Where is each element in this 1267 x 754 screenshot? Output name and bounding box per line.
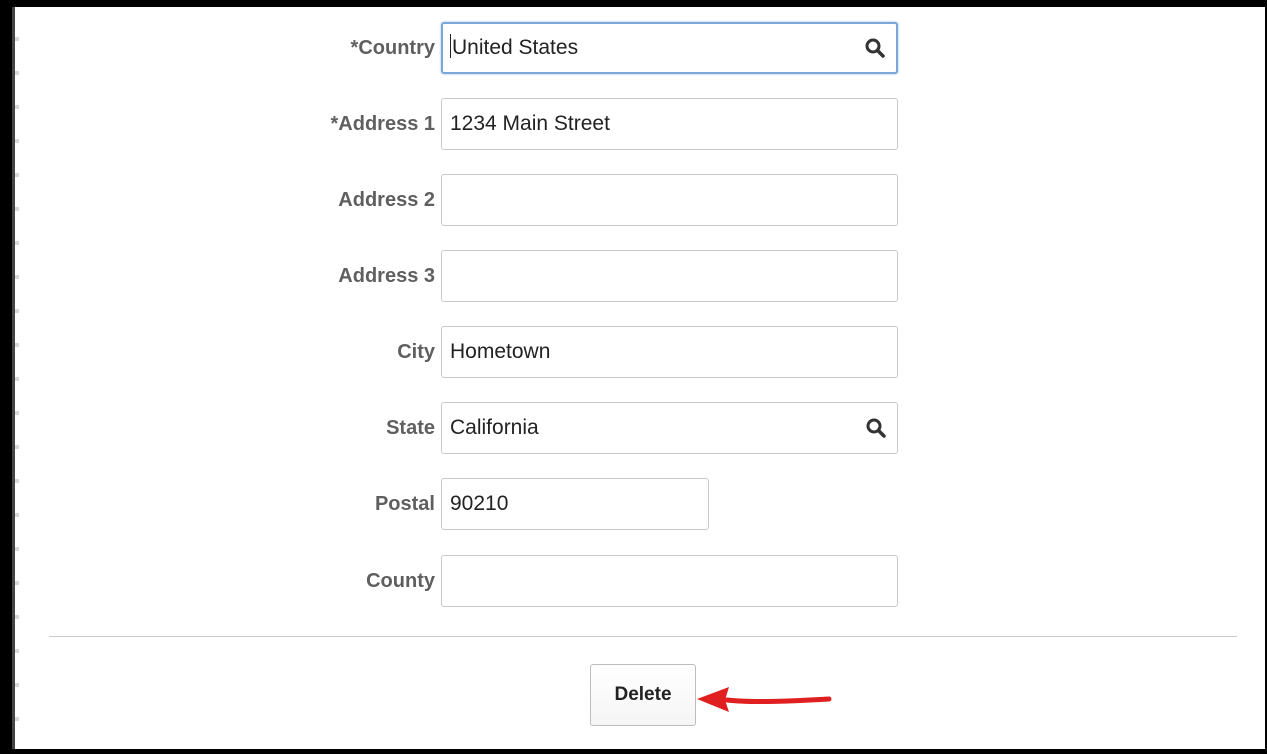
country-label: *Country — [350, 37, 435, 59]
country-row: *Country — [15, 22, 435, 74]
county-label: County — [366, 570, 435, 592]
postal-label: Postal — [374, 493, 435, 515]
address1-label: *Address 1 — [330, 113, 436, 135]
country-value: United States — [452, 36, 579, 59]
address2-row: Address 2 — [15, 174, 435, 226]
state-search-icon[interactable] — [865, 417, 887, 439]
county-row: County — [15, 555, 435, 607]
address3-label: Address 3 — [338, 265, 435, 287]
address1-field[interactable]: 1234 Main Street — [441, 98, 898, 150]
city-row: City — [15, 326, 435, 378]
country-field[interactable]: United States — [441, 22, 898, 74]
section-divider — [49, 636, 1237, 637]
address3-field[interactable] — [441, 250, 898, 302]
state-row: State — [15, 402, 435, 454]
state-value: California — [450, 416, 539, 439]
red-arrow-icon — [697, 687, 832, 712]
address-dialog: *Country United States *Address 1 1234 M… — [12, 7, 1265, 749]
state-label: State — [386, 417, 435, 439]
delete-button[interactable]: Delete — [590, 664, 696, 726]
state-field[interactable]: California — [441, 402, 898, 454]
address1-row: *Address 1 — [15, 98, 436, 150]
postal-value: 90210 — [450, 492, 509, 515]
country-search-icon[interactable] — [864, 37, 886, 59]
county-field[interactable] — [441, 555, 898, 607]
city-label: City — [397, 341, 435, 363]
city-value: Hometown — [450, 340, 551, 363]
address3-row: Address 3 — [15, 250, 435, 302]
text-cursor — [450, 34, 451, 58]
city-field[interactable]: Hometown — [441, 326, 898, 378]
postal-field[interactable]: 90210 — [441, 478, 709, 530]
address1-value: 1234 Main Street — [450, 112, 610, 135]
address2-field[interactable] — [441, 174, 898, 226]
address2-label: Address 2 — [338, 189, 435, 211]
postal-row: Postal — [15, 478, 435, 530]
